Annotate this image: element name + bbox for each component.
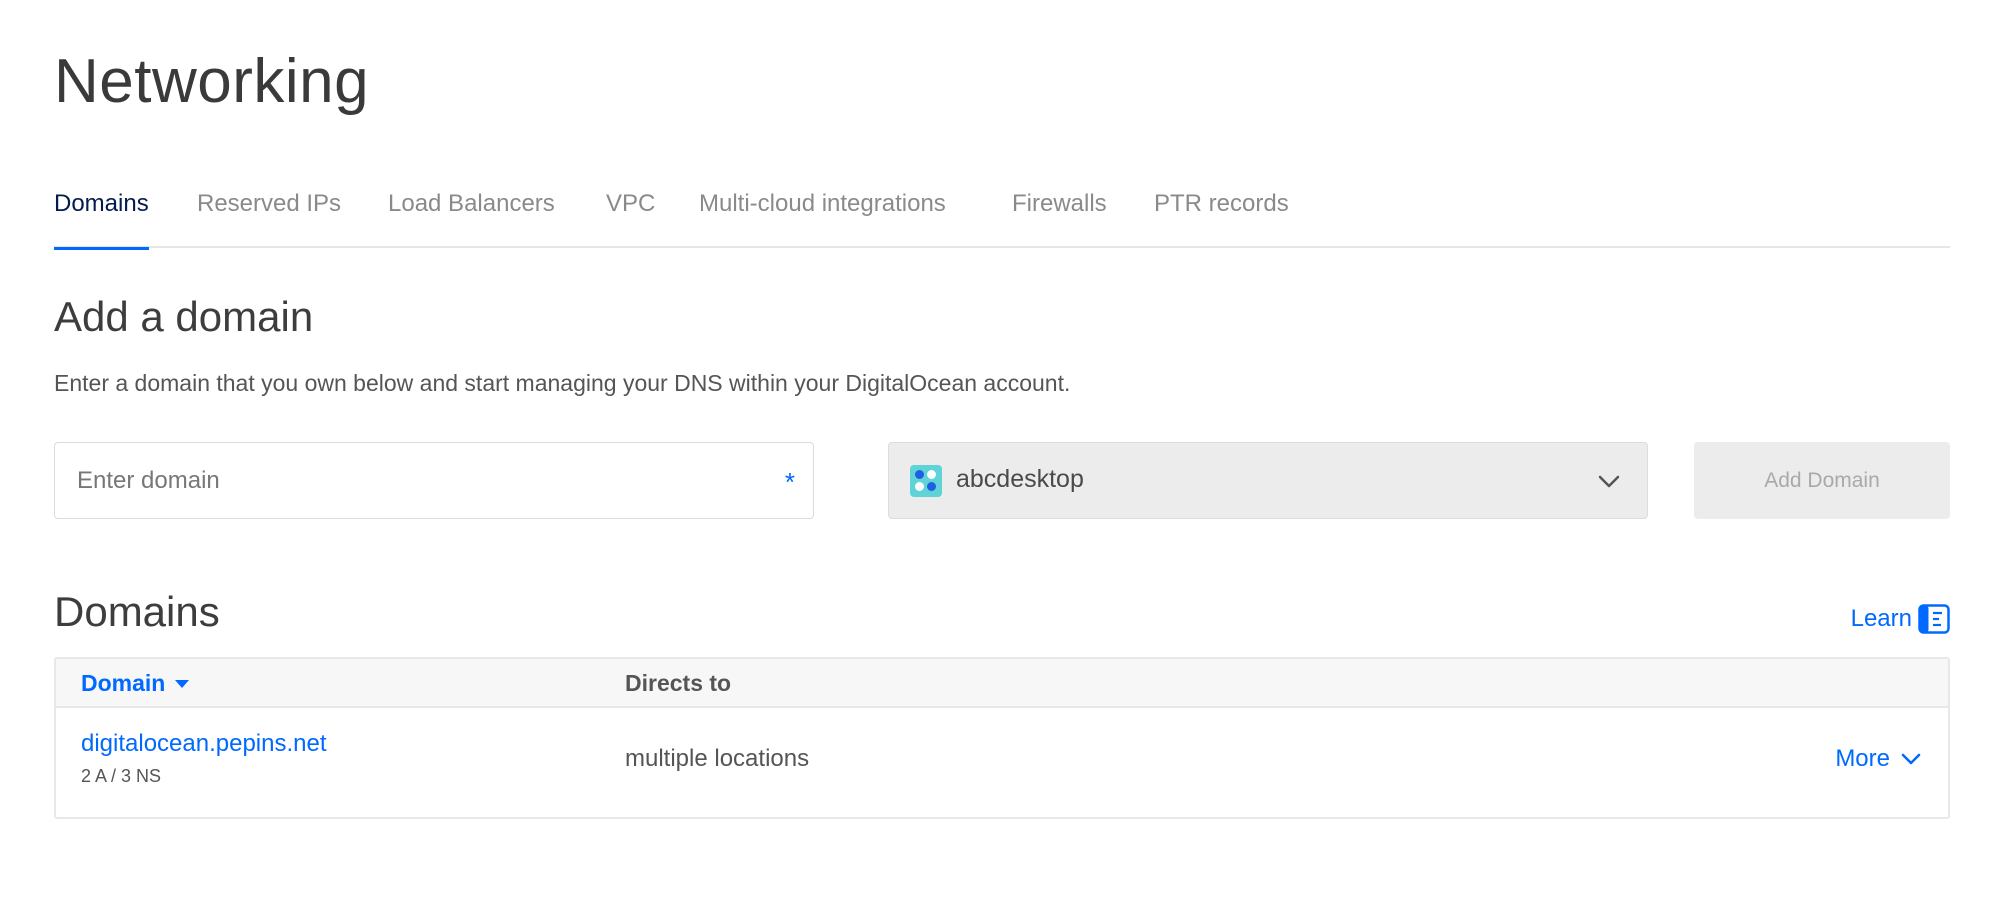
directs-to-value: multiple locations (625, 745, 810, 772)
more-label: More (1835, 745, 1890, 772)
table-header: Domain Directs to (56, 659, 1948, 708)
more-button[interactable]: More (1835, 745, 1922, 773)
tab-firewalls[interactable]: Firewalls (1012, 190, 1107, 248)
column-header-domain-label: Domain (81, 670, 166, 696)
domains-table: Domain Directs to digitalocean.pepins.ne… (54, 657, 1950, 819)
required-asterisk: * (784, 467, 795, 497)
project-select[interactable]: abcdesktop (888, 442, 1648, 519)
chevron-down-icon (1598, 475, 1620, 488)
domain-input-wrapper: * (54, 442, 814, 519)
table-row: digitalocean.pepins.net 2 A / 3 NS multi… (56, 710, 1948, 817)
tab-multi-cloud-integrations[interactable]: Multi-cloud integrations (699, 190, 946, 248)
sort-caret-down-icon (175, 679, 190, 688)
column-header-domain[interactable]: Domain (81, 670, 190, 697)
column-header-directs-to: Directs to (625, 670, 732, 696)
page-title: Networking (54, 47, 370, 116)
domain-link[interactable]: digitalocean.pepins.net (81, 730, 327, 758)
domain-record-count: 2 A / 3 NS (81, 766, 162, 786)
networking-tabs: Domains Reserved IPs Load Balancers VPC … (54, 188, 1950, 250)
tab-ptr-records[interactable]: PTR records (1154, 190, 1289, 248)
learn-label: Learn (1850, 605, 1912, 632)
add-domain-description: Enter a domain that you own below and st… (54, 370, 1071, 396)
domains-heading: Domains (54, 588, 220, 635)
project-select-value: abcdesktop (956, 465, 1084, 493)
add-domain-button[interactable]: Add Domain (1694, 442, 1950, 519)
tab-load-balancers[interactable]: Load Balancers (388, 190, 555, 248)
documentation-icon (1918, 604, 1950, 634)
tab-domains[interactable]: Domains (54, 190, 149, 250)
learn-link[interactable]: Learn (1851, 602, 1950, 636)
domain-input[interactable] (77, 443, 757, 518)
tab-reserved-ips[interactable]: Reserved IPs (197, 190, 341, 248)
tab-vpc[interactable]: VPC (606, 190, 655, 248)
add-domain-heading: Add a domain (54, 293, 314, 340)
project-icon (910, 465, 942, 497)
chevron-down-icon (1901, 753, 1921, 765)
